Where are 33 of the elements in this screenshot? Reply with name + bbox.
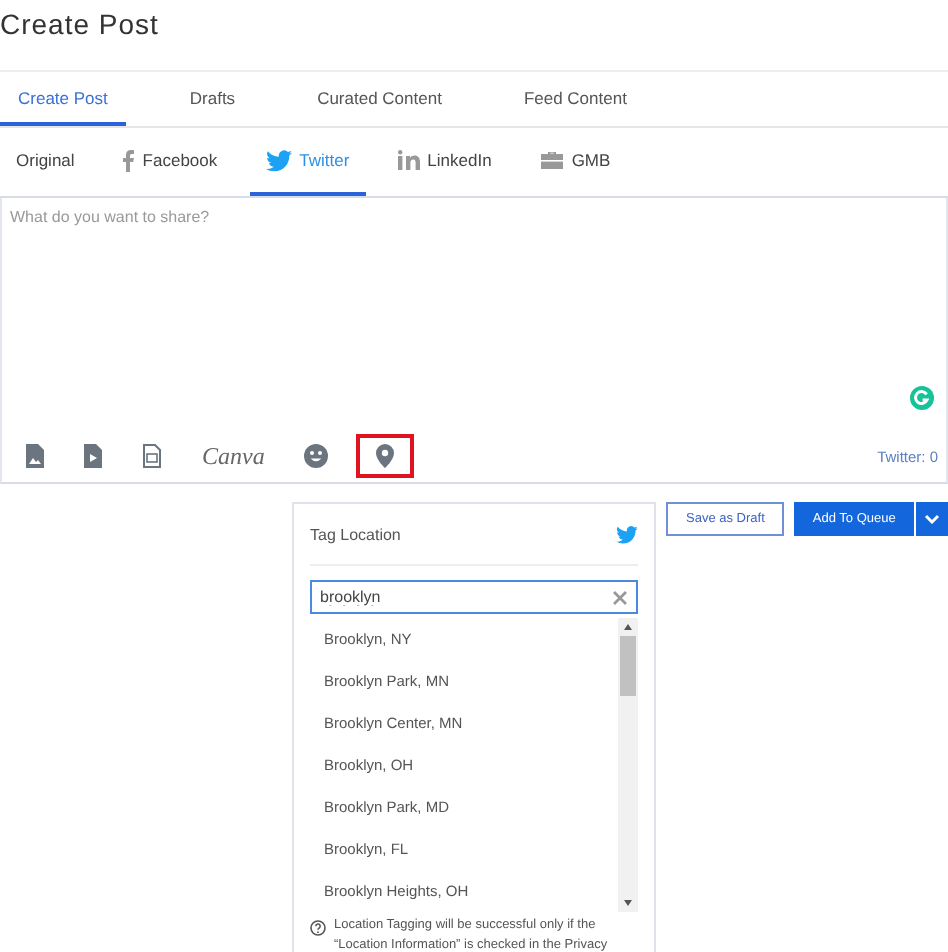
tool-button[interactable] bbox=[356, 434, 415, 478]
network-tab[interactable]: GMB bbox=[523, 128, 627, 196]
queue-dropdown-button[interactable] bbox=[915, 502, 948, 536]
scroll-up-icon[interactable] bbox=[624, 624, 632, 630]
panel-title: Tag Location bbox=[310, 525, 401, 543]
grammarly-icon bbox=[910, 386, 934, 410]
tab[interactable]: Feed Content bbox=[505, 72, 645, 126]
scrollbar[interactable] bbox=[618, 618, 638, 912]
tab[interactable]: Create Post bbox=[0, 72, 126, 126]
location-pin-icon bbox=[376, 444, 395, 468]
post-placeholder: What do you want to share? bbox=[8, 206, 212, 230]
clear-icon[interactable] bbox=[612, 589, 628, 605]
facebook-icon bbox=[122, 149, 135, 171]
location-search-field[interactable]: brooklyn bbox=[310, 580, 638, 614]
bird-icon bbox=[616, 525, 638, 543]
tool-button[interactable]: Canva bbox=[190, 434, 277, 478]
video-file-icon bbox=[84, 444, 102, 468]
linkedin-icon bbox=[397, 150, 420, 170]
page-title: Create Post bbox=[0, 6, 161, 44]
network-tab[interactable]: LinkedIn bbox=[381, 128, 508, 196]
help-icon bbox=[310, 920, 326, 936]
image-file-icon bbox=[26, 444, 44, 468]
smiley-icon bbox=[304, 444, 329, 468]
briefcase-icon bbox=[539, 150, 564, 170]
scroll-down-icon[interactable] bbox=[624, 900, 632, 906]
document-icon bbox=[142, 444, 162, 468]
network-tab[interactable]: Facebook bbox=[106, 128, 234, 196]
tab[interactable]: Curated Content bbox=[299, 72, 460, 126]
tab[interactable]: Drafts bbox=[171, 72, 254, 126]
caret-icon bbox=[923, 514, 940, 524]
bird-icon bbox=[265, 149, 292, 171]
scrollbar-thumb[interactable] bbox=[620, 636, 636, 696]
network-tab[interactable]: Original bbox=[0, 128, 91, 196]
